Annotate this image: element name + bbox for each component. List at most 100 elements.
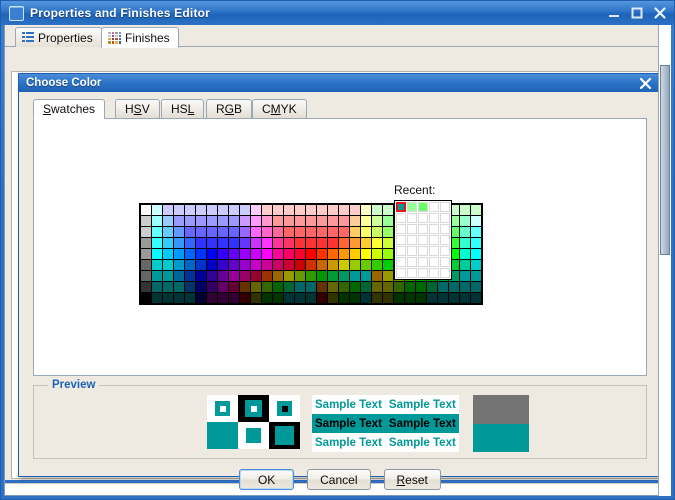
swatch-cell[interactable] (328, 227, 338, 237)
swatch-cell[interactable] (306, 216, 316, 226)
recent-color-cell[interactable] (429, 268, 439, 278)
swatch-cell[interactable] (196, 260, 206, 270)
swatch-cell[interactable] (460, 216, 470, 226)
swatch-cell[interactable] (394, 282, 404, 292)
recent-color-cell[interactable] (440, 224, 450, 234)
swatch-cell[interactable] (295, 216, 305, 226)
swatch-cell[interactable] (339, 216, 349, 226)
swatch-cell[interactable] (185, 205, 195, 215)
swatch-cell[interactable] (339, 282, 349, 292)
recent-color-cell[interactable] (429, 224, 439, 234)
recent-color-cell[interactable] (396, 257, 406, 267)
swatch-cell[interactable] (471, 260, 481, 270)
recent-color-cell[interactable] (418, 202, 428, 212)
swatch-cell[interactable] (262, 238, 272, 248)
swatch-cell[interactable] (284, 238, 294, 248)
swatch-cell[interactable] (361, 260, 371, 270)
swatch-cell[interactable] (273, 282, 283, 292)
swatch-cell[interactable] (163, 227, 173, 237)
swatch-cell[interactable] (251, 205, 261, 215)
swatch-cell[interactable] (306, 260, 316, 270)
swatch-cell[interactable] (240, 205, 250, 215)
swatch-cell[interactable] (295, 282, 305, 292)
swatch-cell[interactable] (163, 216, 173, 226)
swatch-cell[interactable] (141, 282, 151, 292)
swatch-cell[interactable] (218, 271, 228, 281)
swatch-cell[interactable] (262, 293, 272, 303)
swatch-cell[interactable] (174, 227, 184, 237)
tab-swatches[interactable]: Swatches (33, 99, 106, 119)
swatch-cell[interactable] (449, 293, 459, 303)
swatch-cell[interactable] (174, 293, 184, 303)
swatch-cell[interactable] (361, 282, 371, 292)
swatch-cell[interactable] (251, 249, 261, 259)
swatch-cell[interactable] (328, 238, 338, 248)
recent-color-cell[interactable] (396, 224, 406, 234)
swatch-cell[interactable] (427, 282, 437, 292)
swatch-cell[interactable] (196, 271, 206, 281)
swatch-cell[interactable] (196, 216, 206, 226)
swatch-cell[interactable] (152, 216, 162, 226)
swatch-cell[interactable] (339, 293, 349, 303)
recent-color-cell[interactable] (440, 268, 450, 278)
swatch-cell[interactable] (460, 282, 470, 292)
swatch-cell[interactable] (317, 249, 327, 259)
swatch-cell[interactable] (361, 205, 371, 215)
swatch-cell[interactable] (207, 293, 217, 303)
swatch-cell[interactable] (394, 293, 404, 303)
swatch-cell[interactable] (295, 205, 305, 215)
swatch-cell[interactable] (295, 260, 305, 270)
swatch-cell[interactable] (339, 205, 349, 215)
swatch-cell[interactable] (152, 227, 162, 237)
swatch-cell[interactable] (141, 238, 151, 248)
recent-color-cell[interactable] (429, 202, 439, 212)
swatch-cell[interactable] (229, 205, 239, 215)
swatch-cell[interactable] (306, 271, 316, 281)
swatch-cell[interactable] (251, 260, 261, 270)
swatch-cell[interactable] (174, 260, 184, 270)
swatch-cell[interactable] (141, 205, 151, 215)
tab-finishes[interactable]: Finishes (101, 27, 179, 48)
swatch-cell[interactable] (240, 260, 250, 270)
swatch-cell[interactable] (196, 205, 206, 215)
swatch-cell[interactable] (174, 271, 184, 281)
swatch-cell[interactable] (383, 260, 393, 270)
swatch-cell[interactable] (284, 282, 294, 292)
swatch-cell[interactable] (306, 205, 316, 215)
swatch-cell[interactable] (229, 227, 239, 237)
swatch-cell[interactable] (328, 260, 338, 270)
swatch-cell[interactable] (152, 260, 162, 270)
swatch-cell[interactable] (306, 227, 316, 237)
minimize-icon[interactable] (607, 6, 621, 20)
recent-color-cell[interactable] (418, 268, 428, 278)
swatch-cell[interactable] (361, 249, 371, 259)
swatch-cell[interactable] (240, 227, 250, 237)
swatch-cell[interactable] (218, 205, 228, 215)
swatch-cell[interactable] (295, 238, 305, 248)
swatch-cell[interactable] (141, 227, 151, 237)
swatch-cell[interactable] (339, 227, 349, 237)
swatch-cell[interactable] (229, 282, 239, 292)
swatch-cell[interactable] (339, 238, 349, 248)
swatch-cell[interactable] (218, 293, 228, 303)
recent-color-cell[interactable] (440, 202, 450, 212)
swatch-cell[interactable] (207, 282, 217, 292)
swatch-cell[interactable] (372, 249, 382, 259)
swatch-cell[interactable] (207, 216, 217, 226)
swatch-cell[interactable] (350, 282, 360, 292)
swatch-cell[interactable] (350, 238, 360, 248)
swatch-cell[interactable] (273, 260, 283, 270)
swatch-cell[interactable] (317, 205, 327, 215)
dialog-close-icon[interactable] (639, 77, 652, 90)
swatch-cell[interactable] (240, 238, 250, 248)
swatch-cell[interactable] (152, 249, 162, 259)
swatch-cell[interactable] (416, 293, 426, 303)
swatch-cell[interactable] (262, 260, 272, 270)
recent-grid[interactable] (394, 200, 452, 280)
swatch-cell[interactable] (185, 271, 195, 281)
swatch-cell[interactable] (284, 227, 294, 237)
swatch-cell[interactable] (449, 282, 459, 292)
swatch-cell[interactable] (273, 205, 283, 215)
recent-color-cell[interactable] (440, 257, 450, 267)
swatch-cell[interactable] (372, 260, 382, 270)
